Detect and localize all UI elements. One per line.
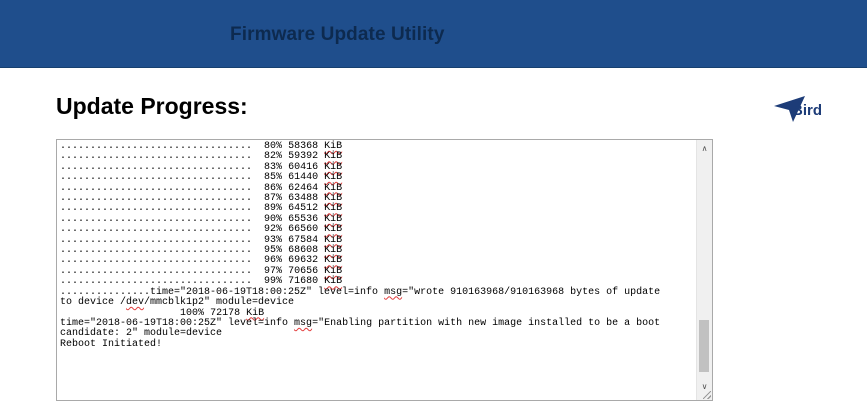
progress-dots: ................................ — [60, 203, 253, 215]
progress-size: 67584 — [288, 234, 319, 246]
resize-grip-icon[interactable] — [703, 391, 711, 399]
progress-size: 71680 — [288, 276, 319, 288]
log-line-device: /mmcblk1p2" module=device — [144, 297, 295, 309]
progress-dots: ................................ — [60, 151, 253, 163]
log-line-wrote: ="wrote 910163968/910163968 bytes of upd… — [402, 286, 661, 298]
progress-unit: KiB — [324, 182, 343, 194]
log-line-candidate: candidate: 2" module=device — [60, 328, 223, 340]
progress-size: 61440 — [288, 172, 319, 184]
progress-size: 64512 — [288, 203, 319, 215]
progress-size: 62464 — [288, 182, 319, 194]
progress-unit: KiB — [324, 172, 343, 184]
progress-percent: 96% — [264, 255, 283, 267]
log-line-enabling: ="Enabling partition with new image inst… — [312, 317, 661, 329]
progress-percent: 82% — [264, 151, 283, 163]
progress-size: 66560 — [288, 224, 319, 236]
progress-size: 59392 — [288, 151, 319, 163]
progress-unit: KiB — [324, 255, 343, 267]
logo-text: Bird — [792, 102, 822, 119]
progress-percent: 89% — [264, 203, 283, 215]
progress-percent: 85% — [264, 172, 283, 184]
log-msg-key: msg — [294, 317, 313, 329]
scroll-thumb[interactable] — [699, 320, 709, 372]
log-line-reboot: Reboot Initiated! — [60, 338, 163, 350]
log-msg-key: msg — [384, 286, 403, 298]
bird-logo: Bird — [772, 96, 852, 126]
progress-percent: 93% — [264, 234, 283, 246]
progress-percent: 86% — [264, 182, 283, 194]
page-title: Update Progress: — [56, 93, 248, 119]
progress-unit: KiB — [324, 234, 343, 246]
progress-unit: KiB — [324, 151, 343, 163]
progress-size: 69632 — [288, 255, 319, 267]
log-dev-word: dev — [126, 297, 145, 309]
progress-indent — [60, 308, 180, 319]
update-log-textarea[interactable]: ................................ 80% 583… — [56, 139, 713, 401]
progress-dots: ................................ — [60, 276, 253, 288]
progress-size: 72178 — [210, 307, 241, 319]
progress-percent: 92% — [264, 224, 283, 236]
progress-unit: KiB — [324, 276, 343, 288]
progress-unit: KiB — [246, 307, 265, 319]
vertical-scrollbar[interactable]: ∧ ∨ — [696, 140, 712, 400]
progress-dots: ................................ — [60, 172, 253, 184]
progress-dots: ................................ — [60, 182, 253, 194]
progress-unit: KiB — [324, 203, 343, 215]
log-output: ................................ 80% 583… — [60, 141, 700, 350]
progress-dots: ................................ — [60, 234, 253, 246]
scroll-up-arrow-icon[interactable]: ∧ — [697, 142, 712, 156]
progress-dots: ................................ — [60, 255, 253, 267]
log-line-device: to device / — [60, 297, 127, 309]
app-title: Firmware Update Utility — [230, 24, 445, 45]
progress-unit: KiB — [324, 224, 343, 236]
progress-dots: ................................ — [60, 224, 253, 236]
progress-percent: 99% — [264, 276, 283, 288]
progress-percent: 100% — [180, 307, 205, 319]
header-banner: Firmware Update Utility — [0, 0, 867, 68]
